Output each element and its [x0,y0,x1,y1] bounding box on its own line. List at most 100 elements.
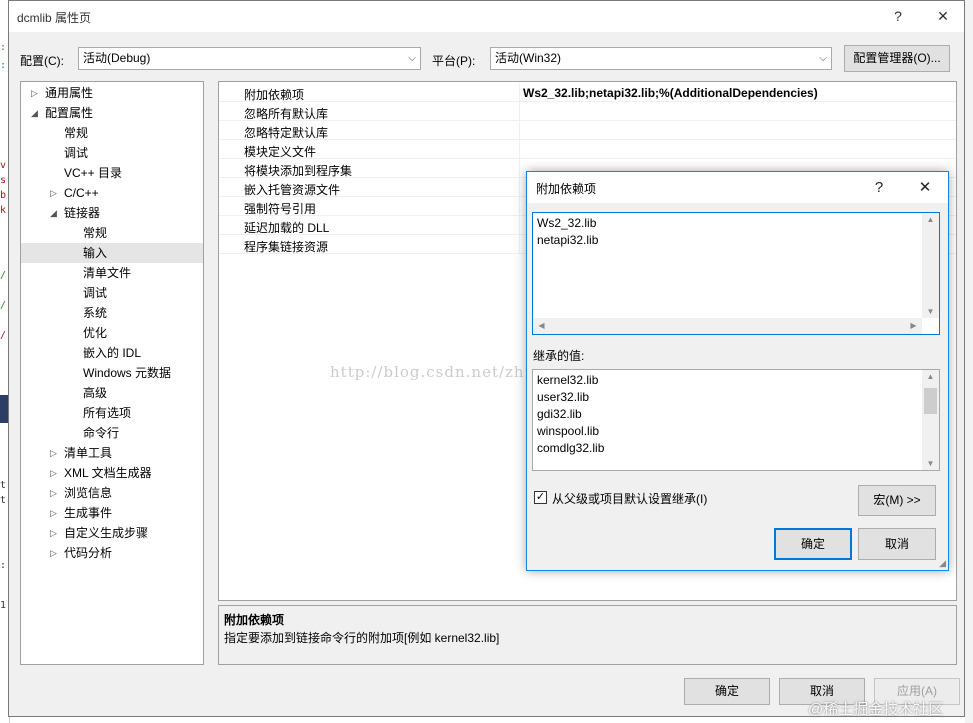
tree-item[interactable]: ▷ 代码分析 [21,543,203,563]
collapsed-icon[interactable]: ▷ [50,543,60,563]
code-fragment: t [0,480,7,491]
tree-item[interactable]: ◢ 配置属性 [21,103,203,123]
property-row[interactable]: 忽略特定默认库 [219,121,956,140]
inherited-vertical-scrollbar[interactable]: ▲ ▼ [922,370,939,470]
inherit-checkbox-label[interactable]: 从父级或项目默认设置继承(I) [552,490,707,507]
property-row[interactable]: 模块定义文件 [219,140,956,159]
tree-item-label: XML 文档生成器 [64,466,152,480]
tree-item[interactable]: 调试 [21,143,203,163]
resize-grip-icon[interactable]: ◢ [939,558,946,569]
collapsed-icon[interactable]: ▷ [50,483,60,503]
property-row[interactable]: 忽略所有默认库 [219,102,956,121]
platform-combo[interactable]: 活动(Win32) ⌵ [490,47,832,70]
ok-button[interactable]: 确定 [684,678,770,705]
property-value[interactable]: Ws2_32.lib;netapi32.lib;%(AdditionalDepe… [523,86,818,100]
tree-item[interactable]: 所有选项 [21,403,203,423]
dialog-close-button[interactable]: ✕ [913,177,937,199]
code-fragment: / [0,300,7,311]
tree-item-label: 优化 [83,326,108,340]
tree-item[interactable]: ▷ 生成事件 [21,503,203,523]
dialog-titlebar: 附加依赖项 ? ✕ [527,172,948,203]
tree-item[interactable]: ◢ 链接器 [21,203,203,223]
scroll-down-icon[interactable]: ▼ [922,459,939,468]
tree-item-label: 浏览信息 [64,486,113,500]
chevron-down-icon: ⌵ [408,53,416,64]
collapsed-icon[interactable]: ▷ [50,463,60,483]
code-fragment: s [0,175,7,186]
collapsed-icon[interactable]: ▷ [31,83,41,103]
tree-item[interactable]: 嵌入的 IDL [21,343,203,363]
inherit-checkbox[interactable]: ✓ [534,491,547,504]
tree-item-label: 所有选项 [83,406,132,420]
scroll-down-icon[interactable]: ▼ [922,307,939,316]
tree-item[interactable]: ▷ 浏览信息 [21,483,203,503]
tree-item[interactable]: ▷ C/C++ [21,183,203,203]
tree-item-label: 链接器 [64,206,101,220]
config-manager-button[interactable]: 配置管理器(O)... [844,45,950,72]
tree-item-label: 系统 [83,306,108,320]
dialog-ok-button[interactable]: 确定 [774,528,852,560]
category-tree[interactable]: ▷ 通用属性 ◢ 配置属性 常规 调试 VC++ 目录 ▷ C/C++ ◢ 链接器 常规 输入 清单文件调… [20,81,204,665]
tree-item[interactable]: 调试 [21,283,203,303]
tree-item[interactable]: 命令行 [21,423,203,443]
tree-item-label: 嵌入的 IDL [83,346,142,360]
scroll-thumb[interactable] [924,388,937,414]
expanded-icon[interactable]: ◢ [31,103,41,123]
dialog-cancel-button[interactable]: 取消 [858,528,936,560]
tree-item[interactable]: VC++ 目录 [21,163,203,183]
tree-item[interactable]: ▷ 自定义生成步骤 [21,523,203,543]
property-name: 强制符号引用 [244,202,317,216]
config-combo-value: 活动(Debug) [83,51,151,65]
tree-item[interactable]: 输入 [21,243,203,263]
property-row[interactable]: 附加依赖项 Ws2_32.lib;netapi32.lib;%(Additiona… [219,83,956,102]
edit-horizontal-scrollbar[interactable]: ◀ ▶ [533,318,922,334]
tree-item-label: 命令行 [83,426,120,440]
collapsed-icon[interactable]: ▷ [50,523,60,543]
config-combo[interactable]: 活动(Debug) ⌵ [78,47,421,70]
tree-item-label: 通用属性 [45,86,94,100]
scroll-up-icon[interactable]: ▲ [922,372,939,381]
chevron-down-icon: ⌵ [819,53,827,64]
dependency-line[interactable]: Ws2_32.lib [537,216,596,230]
tree-item-label: 生成事件 [64,506,113,520]
scroll-right-icon[interactable]: ▶ [905,321,922,330]
code-fragment: v [0,160,7,171]
property-name: 忽略所有默认库 [244,107,329,121]
property-name: 附加依赖项 [244,88,305,102]
property-name: 延迟加载的 DLL [244,221,330,235]
inherited-line: comdlg32.lib [537,441,605,455]
scroll-up-icon[interactable]: ▲ [922,215,939,224]
tree-item[interactable]: 清单文件 [21,263,203,283]
collapsed-icon[interactable]: ▷ [50,443,60,463]
dependency-line[interactable]: netapi32.lib [537,233,598,247]
dialog-help-button[interactable]: ? [867,177,891,199]
tree-item[interactable]: 常规 [21,123,203,143]
scroll-left-icon[interactable]: ◀ [533,321,550,330]
macros-button[interactable]: 宏(M) >> [858,485,936,516]
code-fragment: : [0,60,7,71]
tree-item-label: 代码分析 [64,546,113,560]
expanded-icon[interactable]: ◢ [50,203,60,223]
tree-item[interactable]: 优化 [21,323,203,343]
help-button[interactable]: ? [883,5,913,27]
inherited-values-list[interactable]: ▲ ▼ kernel32.lib user32.lib gdi32.lib winsp… [532,369,940,471]
code-fragment: / [0,330,7,341]
tree-item[interactable]: 常规 [21,223,203,243]
tree-item[interactable]: ▷ 清单工具 [21,443,203,463]
dependencies-edit-box[interactable]: ▲ ▼ ◀ ▶ Ws2_32.lib netapi32.lib [532,212,940,335]
column-separator [519,235,520,254]
tree-item[interactable]: Windows 元数据 [21,363,203,383]
edit-vertical-scrollbar[interactable]: ▲ ▼ [922,213,939,318]
tree-item[interactable]: ▷ XML 文档生成器 [21,463,203,483]
tree-item[interactable]: ▷ 通用属性 [21,83,203,103]
collapsed-icon[interactable]: ▷ [50,183,60,203]
property-name: 将模块添加到程序集 [244,164,353,178]
code-fragment: : [0,560,7,571]
tree-item-label: 常规 [83,226,108,240]
tree-item[interactable]: 系统 [21,303,203,323]
collapsed-icon[interactable]: ▷ [50,503,60,523]
close-button[interactable]: ✕ [928,5,958,27]
window-titlebar: dcmlib 属性页 ? ✕ [9,1,964,32]
tree-item[interactable]: 高级 [21,383,203,403]
code-fragment: k [0,205,7,216]
